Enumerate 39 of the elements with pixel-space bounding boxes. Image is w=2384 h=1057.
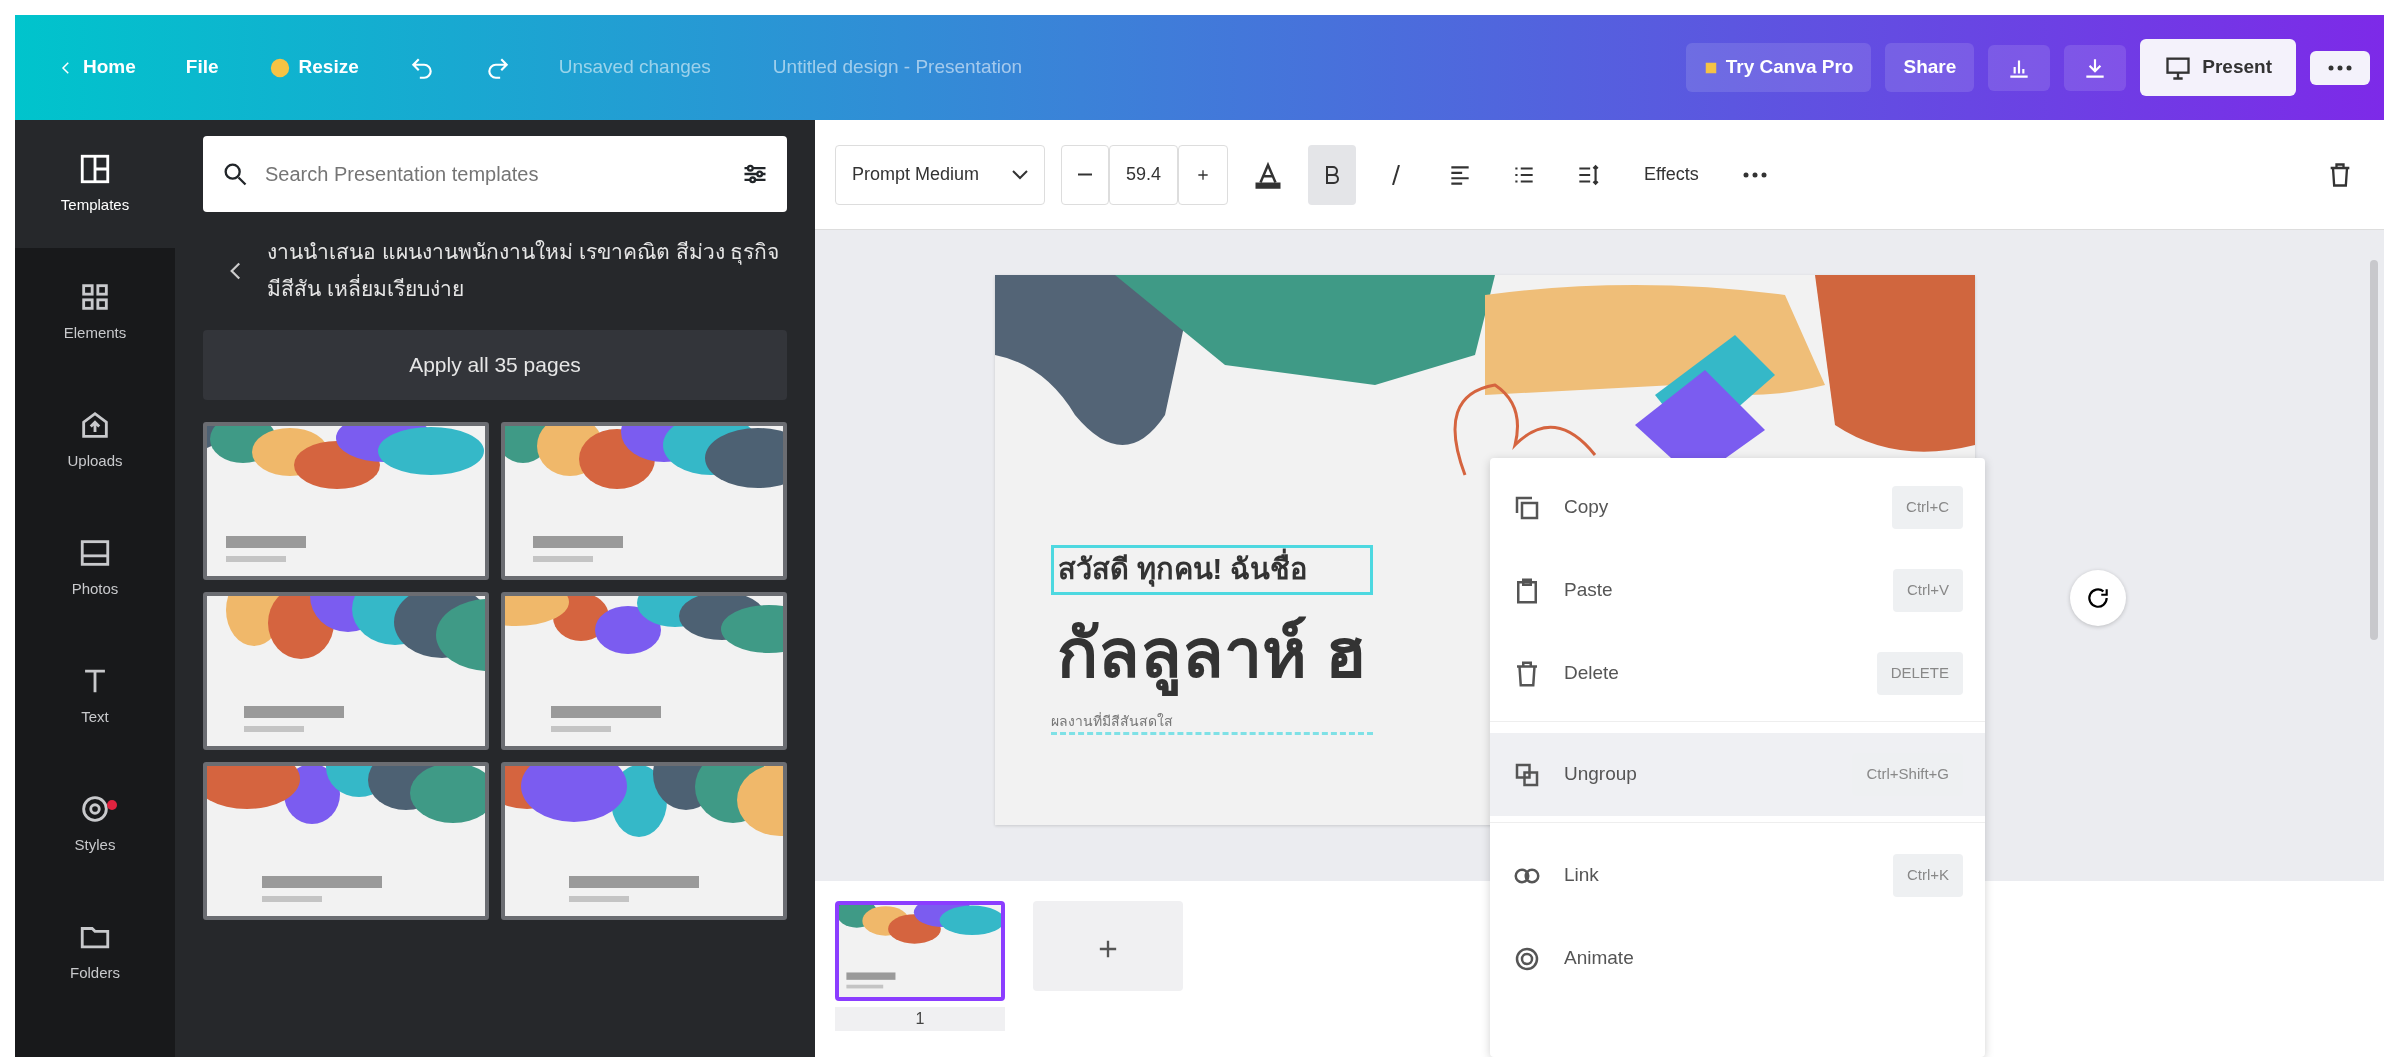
slide-caption[interactable]: ผลงานที่มีสีสันสดใส	[1050, 711, 1374, 736]
rail-label: Text	[81, 706, 109, 727]
rail-label: Photos	[71, 578, 119, 599]
menu-item[interactable]: Copy Ctrl+C	[1490, 466, 1985, 549]
shortcut-key: Ctrl+K	[1892, 854, 1963, 897]
rail-tab[interactable]: Text	[15, 632, 175, 760]
slide-greeting[interactable]: สวัสดี ทุกคน! ฉันชื่อ	[1050, 545, 1374, 595]
menu-item[interactable]: Ungroup Ctrl+Shift+G	[1490, 733, 1985, 816]
rail-label: Uploads	[67, 450, 123, 471]
rail-label: Folders	[70, 962, 120, 983]
menu-item[interactable]: Delete DELETE	[1490, 632, 1985, 715]
menu-item[interactable]: Paste Ctrl+V	[1490, 549, 1985, 632]
document-title: Untitled design - Presentation	[772, 55, 1023, 80]
menu-item[interactable]: Link Ctrl+K	[1490, 834, 1985, 917]
page-number: 1	[835, 1007, 1005, 1031]
font-dropdown[interactable]: Prompt Medium	[835, 144, 1045, 205]
menu-item[interactable]: Animate	[1490, 917, 1985, 1000]
template-title: งานนำเสนอ แผนงานพนักงานใหม่ เรขาคณิต สีม่วง ธุรกิจ มีสีสัน เหลี่ยมเรียบง่าย	[267, 239, 781, 302]
rail-label: Templates	[60, 194, 130, 215]
search-bar[interactable]: Search Presentation templates	[203, 136, 787, 212]
shortcut-key: Ctrl+V	[1892, 569, 1963, 612]
save-status: Unsaved changes	[558, 55, 711, 80]
font-size-field[interactable]: 59.4	[1109, 144, 1179, 205]
shortcut-key: DELETE	[1876, 652, 1963, 695]
share-button[interactable]: Share	[1885, 43, 1975, 92]
rail-tab[interactable]: Uploads	[15, 376, 175, 504]
rail-tab[interactable]: Folders	[15, 888, 175, 1016]
rail-label: Styles	[74, 834, 116, 855]
apply-button[interactable]: Apply all 35 pages	[203, 329, 787, 400]
try-pro-button[interactable]: Try Canva Pro	[1685, 43, 1872, 92]
rail-tab[interactable]: Elements	[15, 248, 175, 376]
present-button[interactable]: Present	[2140, 39, 2296, 96]
rail-tab[interactable]: Templates	[15, 120, 175, 248]
effects-button[interactable]: Effects	[1628, 144, 1715, 205]
rail-label: Elements	[63, 322, 127, 343]
rail-tab[interactable]: Photos	[15, 504, 175, 632]
slide-title[interactable]: กัลลูลาห์ ฮ	[1050, 598, 1374, 708]
rail-tab[interactable]: Styles	[15, 760, 175, 888]
shortcut-key: Ctrl+C	[1892, 486, 1963, 529]
